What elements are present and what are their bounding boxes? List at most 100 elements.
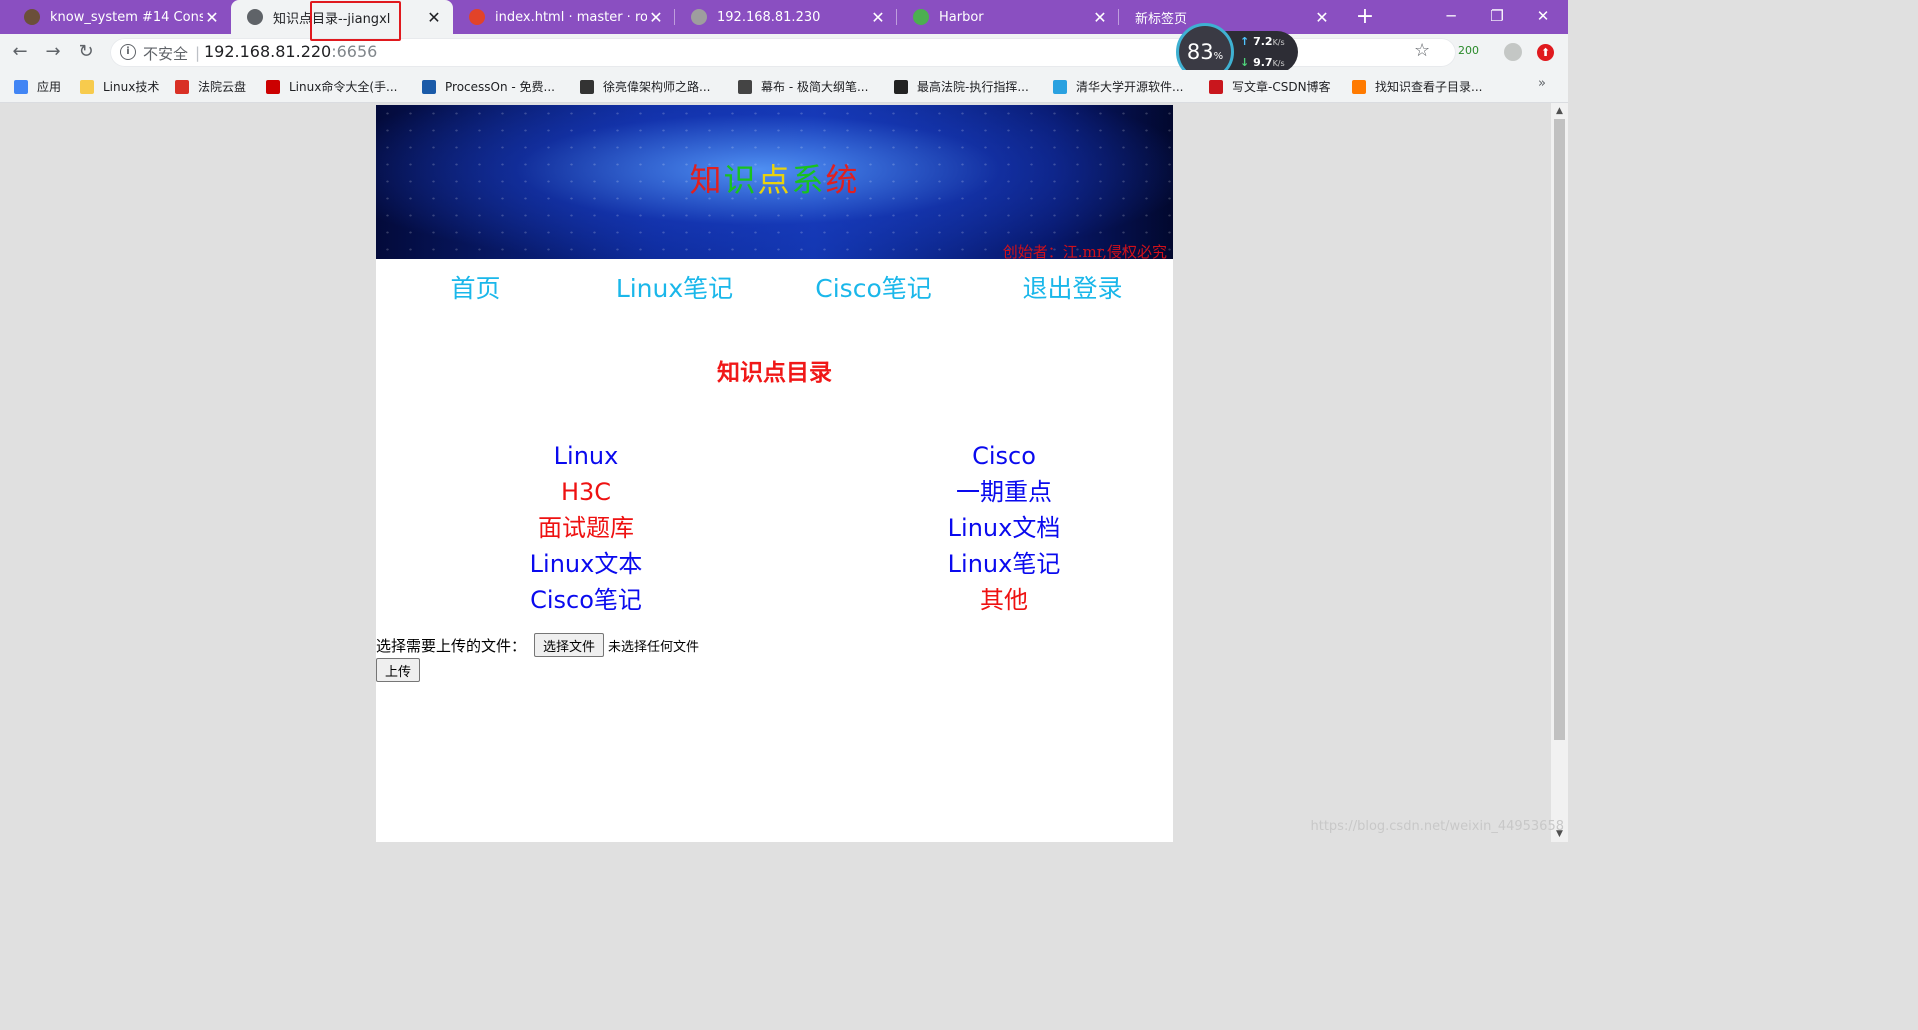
category-link[interactable]: 一期重点 (794, 474, 1214, 510)
extension-icon[interactable]: ⬆ (1537, 44, 1554, 61)
upload-arrow-icon: ↑ (1240, 35, 1250, 48)
upload-form: 选择需要上传的文件： 选择文件 未选择任何文件 (376, 631, 699, 659)
close-tab-icon[interactable]: ✕ (425, 8, 443, 27)
blog-icon (580, 79, 594, 94)
page-title: 知识点目录 (717, 360, 832, 386)
nav-linux-notes-link[interactable]: Linux笔记 (575, 269, 774, 305)
scroll-thumb[interactable] (1554, 119, 1565, 740)
tab-3[interactable]: 192.168.81.230 ✕ (675, 0, 897, 34)
choose-file-button[interactable]: 选择文件 (534, 633, 605, 657)
bookmark-item[interactable]: ProcessOn - 免费... (422, 78, 555, 95)
tab-4[interactable]: Harbor ✕ (897, 0, 1119, 34)
download-value: 9.7 (1253, 56, 1273, 69)
bookmark-label: ProcessOn - 免费... (445, 80, 555, 94)
bookmarks-overflow-button[interactable]: » (1538, 76, 1546, 91)
nav-logout-link[interactable]: 退出登录 (973, 269, 1172, 305)
bookmark-label: 幕布 - 极简大纲笔... (761, 80, 869, 94)
close-tab-icon[interactable]: ✕ (1091, 8, 1109, 27)
info-icon[interactable]: i (120, 44, 136, 60)
harbor-icon (913, 9, 929, 25)
upload-speed: ↑ 7.2K/s (1240, 35, 1285, 48)
bookmark-item[interactable]: 幕布 - 极简大纲笔... (738, 78, 868, 95)
category-link[interactable]: Linux (376, 438, 796, 474)
url-host: 192.168.81.220 (204, 42, 332, 61)
category-column-right: Cisco 一期重点 Linux文档 Linux笔记 其他 (794, 438, 1214, 618)
tab-0[interactable]: know_system #14 Console✕ (8, 0, 231, 34)
highlight-box (310, 1, 401, 41)
cloud-drive-icon (175, 79, 189, 94)
upload-value: 7.2 (1253, 35, 1273, 48)
title-char: 点 (757, 161, 792, 199)
upload-label: 选择需要上传的文件： (376, 636, 527, 655)
category-link[interactable]: H3C (376, 474, 796, 510)
extension-counter[interactable]: 200 (1458, 44, 1479, 57)
close-tab-icon[interactable]: ✕ (1313, 8, 1331, 27)
forward-button[interactable]: → (41, 40, 65, 64)
title-char: 统 (825, 161, 860, 199)
bookmark-item[interactable]: 徐亮偉架构师之路... (580, 78, 710, 95)
category-link[interactable]: 面试题库 (376, 510, 796, 546)
url-text[interactable]: 192.168.81.220:6656 (204, 42, 377, 61)
category-link[interactable]: 其他 (794, 582, 1214, 618)
category-link[interactable]: Cisco (794, 438, 1214, 474)
url-port: :6656 (331, 42, 378, 61)
close-window-button[interactable]: ✕ (1520, 0, 1566, 32)
download-speed: ↓ 9.7K/s (1240, 56, 1285, 69)
jenkins-icon (24, 9, 40, 25)
upload-button[interactable]: 上传 (376, 658, 421, 682)
tab-2[interactable]: index.html · master · root /✕ (453, 0, 675, 34)
nav-home-link[interactable]: 首页 (376, 269, 575, 305)
category-link[interactable]: Linux笔记 (794, 546, 1214, 582)
download-arrow-icon: ↓ (1240, 56, 1250, 69)
category-link[interactable]: Linux文本 (376, 546, 796, 582)
csdn-icon (1209, 79, 1223, 94)
back-button[interactable]: ← (8, 40, 32, 64)
globe-icon (691, 9, 707, 25)
watermark: https://blog.csdn.net/weixin_44953658 (1310, 819, 1564, 834)
mubu-icon (738, 79, 752, 94)
cloud-icon (1352, 79, 1366, 94)
bookmark-item[interactable]: 最高法院-执行指挥... (894, 78, 1029, 95)
bookmark-item[interactable]: 写文章-CSDN博客 (1209, 78, 1331, 95)
category-link[interactable]: Cisco笔记 (376, 582, 796, 618)
close-tab-icon[interactable]: ✕ (647, 8, 665, 27)
bookmark-item[interactable]: 应用 (14, 78, 61, 95)
bookmark-label: 找知识查看子目录... (1375, 80, 1483, 94)
bookmark-item[interactable]: 清华大学开源软件... (1053, 78, 1183, 95)
scroll-up-icon[interactable]: ▲ (1551, 103, 1568, 119)
bookmark-item[interactable]: Linux技术 (80, 78, 159, 95)
new-tab-button[interactable]: + (1352, 4, 1378, 30)
tab-title: 192.168.81.230 (717, 9, 821, 25)
title-char: 识 (723, 161, 758, 199)
processon-icon (422, 79, 436, 94)
bookmark-label: 清华大学开源软件... (1076, 80, 1184, 94)
minimize-button[interactable]: ─ (1428, 0, 1474, 32)
close-tab-icon[interactable]: ✕ (203, 8, 221, 27)
page-content: 知识点系统 创始者：江.mr,侵权必究 首页 Linux笔记 Cisco笔记 退… (376, 105, 1173, 842)
apps-icon (14, 79, 28, 94)
restore-button[interactable]: ❐ (1474, 0, 1520, 32)
page-viewport: 知识点系统 创始者：江.mr,侵权必究 首页 Linux笔记 Cisco笔记 退… (0, 103, 1551, 842)
gauge-percent-sign: % (1213, 51, 1224, 62)
gauge-percent: 83 (1186, 40, 1214, 64)
bookmark-item[interactable]: Linux命令大全(手... (266, 78, 397, 95)
bookmark-item[interactable]: 法院云盘 (175, 78, 246, 95)
upload-unit: K/s (1272, 38, 1285, 47)
bookmark-star-icon[interactable]: ☆ (1414, 40, 1430, 61)
tsinghua-icon (1053, 79, 1067, 94)
reload-button[interactable]: ↻ (74, 40, 98, 64)
tab-title: know_system #14 Console (50, 9, 203, 25)
nav-cisco-notes-link[interactable]: Cisco笔记 (774, 269, 973, 305)
bookmark-item[interactable]: 找知识查看子目录... (1352, 78, 1482, 95)
category-column-left: Linux H3C 面试题库 Linux文本 Cisco笔记 (376, 438, 796, 618)
profile-avatar-icon[interactable] (1504, 43, 1522, 61)
close-tab-icon[interactable]: ✕ (869, 8, 887, 27)
bookmark-label: 应用 (37, 80, 62, 94)
vertical-scrollbar[interactable]: ▲ ▼ (1551, 103, 1568, 842)
site-banner: 知识点系统 创始者：江.mr,侵权必究 (376, 105, 1173, 259)
title-char: 知 (689, 161, 724, 199)
category-link[interactable]: Linux文档 (794, 510, 1214, 546)
tab-title: index.html · master · root / (495, 9, 647, 25)
not-secure-label[interactable]: 不安全 (143, 43, 188, 64)
site-nav: 首页 Linux笔记 Cisco笔记 退出登录 (376, 269, 1173, 309)
